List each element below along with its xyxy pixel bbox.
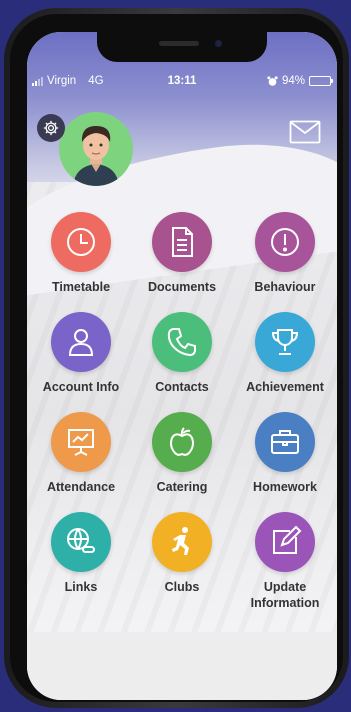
document-icon <box>167 225 197 259</box>
documents-button[interactable] <box>152 212 212 272</box>
student-avatar[interactable] <box>59 112 133 186</box>
links-button[interactable] <box>51 512 111 572</box>
trophy-icon <box>268 325 302 359</box>
running-icon <box>165 525 199 559</box>
menu-tile-label: Clubs <box>164 580 200 594</box>
catering-button[interactable] <box>152 412 212 472</box>
menu-tile-label: Homework <box>253 480 317 494</box>
gear-icon <box>42 119 60 137</box>
menu-tile-attendance[interactable]: Attendance <box>29 412 133 495</box>
globe-link-icon <box>64 525 98 559</box>
settings-button[interactable] <box>37 114 65 142</box>
menu-tile-documents[interactable]: Documents <box>130 212 234 295</box>
menu-tile-clubs[interactable]: Clubs <box>130 512 234 595</box>
app-screen: Virgin 4G 13:11 94% Timetable Documents … <box>27 32 337 700</box>
menu-tile-label: Catering <box>156 480 208 494</box>
menu-tile-label: Account Info <box>42 380 120 394</box>
homework-button[interactable] <box>255 412 315 472</box>
menu-tile-timetable[interactable]: Timetable <box>29 212 133 295</box>
user-icon <box>65 325 97 359</box>
behaviour-button[interactable] <box>255 212 315 272</box>
messages-button[interactable] <box>289 120 321 144</box>
phone-frame: Virgin 4G 13:11 94% Timetable Documents … <box>4 8 349 708</box>
account-info-button[interactable] <box>51 312 111 372</box>
attendance-button[interactable] <box>51 412 111 472</box>
update-information-button[interactable] <box>255 512 315 572</box>
clock-icon <box>64 225 98 259</box>
menu-tile-label: Update Information <box>250 580 320 610</box>
menu-tile-update-information[interactable]: Update Information <box>233 512 337 611</box>
clubs-button[interactable] <box>152 512 212 572</box>
alarm-icon <box>267 75 278 87</box>
menu-tile-label: Attendance <box>46 480 116 494</box>
speaker <box>159 41 199 46</box>
status-bar: Virgin 4G 13:11 94% <box>27 74 337 92</box>
menu-tile-contacts[interactable]: Contacts <box>130 312 234 395</box>
battery-percent: 94% <box>281 75 305 87</box>
menu-tile-label: Documents <box>147 280 217 294</box>
contacts-button[interactable] <box>152 312 212 372</box>
achievement-button[interactable] <box>255 312 315 372</box>
apple-icon <box>165 425 199 459</box>
bottom-area <box>27 632 337 700</box>
menu-tile-label: Links <box>64 580 98 594</box>
menu-tile-label: Achievement <box>246 380 324 394</box>
menu-tile-links[interactable]: Links <box>29 512 133 595</box>
menu-tile-achievement[interactable]: Achievement <box>233 312 337 395</box>
briefcase-icon <box>268 425 302 459</box>
envelope-icon <box>289 120 321 144</box>
menu-tile-label: Timetable <box>51 280 111 294</box>
battery-icon <box>309 76 333 86</box>
menu-tile-catering[interactable]: Catering <box>130 412 234 495</box>
menu-tile-homework[interactable]: Homework <box>233 412 337 495</box>
edit-icon <box>268 525 302 559</box>
front-camera <box>215 40 222 47</box>
exclamation-icon <box>268 225 302 259</box>
phone-icon <box>165 325 199 359</box>
menu-tile-behaviour[interactable]: Behaviour <box>233 212 337 295</box>
menu-tile-account-info[interactable]: Account Info <box>29 312 133 395</box>
menu-tile-label: Behaviour <box>254 280 316 294</box>
phone-notch <box>97 32 267 62</box>
presentation-icon <box>64 425 98 459</box>
timetable-button[interactable] <box>51 212 111 272</box>
menu-tile-label: Contacts <box>155 380 209 394</box>
